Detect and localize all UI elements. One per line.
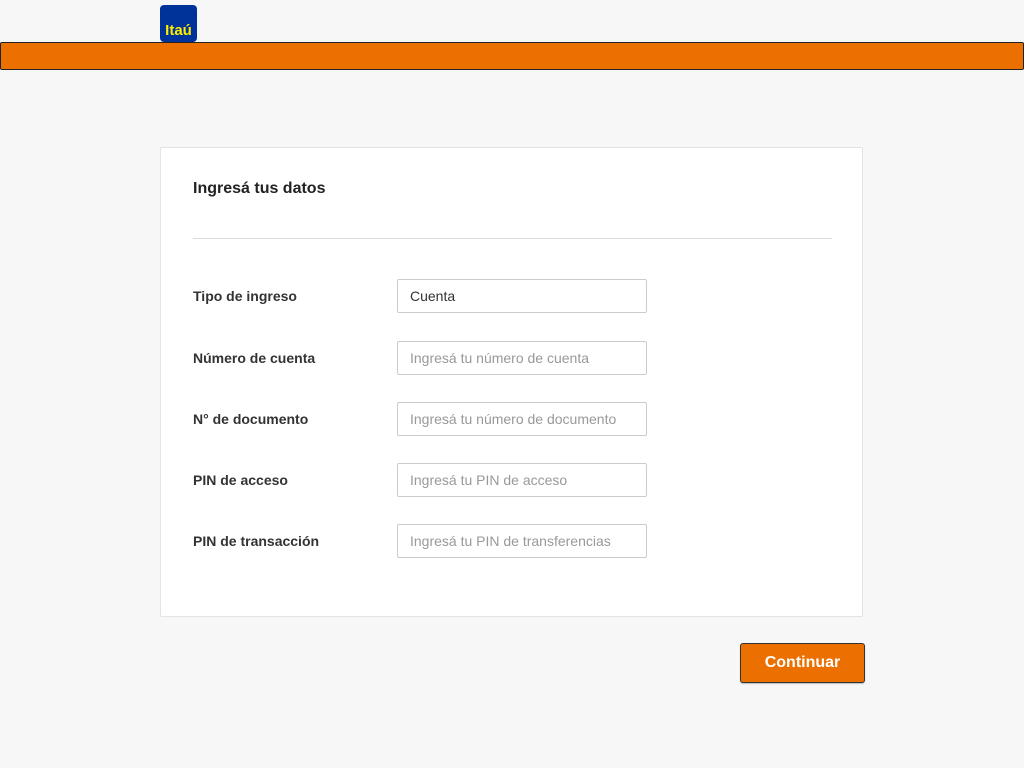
pin-de-acceso-input[interactable] [397,463,647,497]
numero-de-cuenta-input[interactable] [397,341,647,375]
logo-text: Itaú [165,22,192,39]
label-numero-de-cuenta: Número de cuenta [193,350,316,366]
row-pin-de-acceso: PIN de acceso [193,463,653,497]
row-tipo-de-ingreso: Tipo de ingreso [193,279,653,313]
continue-button[interactable]: Continuar [740,643,865,683]
label-pin-de-acceso: PIN de acceso [193,472,288,488]
orange-nav-bar [0,42,1024,70]
label-tipo-de-ingreso: Tipo de ingreso [193,288,297,304]
itau-logo-wordmark: Itaú [165,22,192,39]
itau-logo[interactable]: Itaú [160,5,197,42]
label-pin-de-transaccion: PIN de transacción [193,533,320,549]
top-header: Itaú [0,0,1024,42]
row-numero-de-documento: N° de documento [193,402,653,436]
label-numero-de-documento: N° de documento [193,411,309,427]
login-card: Ingresá tus datos Tipo de ingreso Número… [160,147,863,617]
numero-de-documento-input[interactable] [397,402,647,436]
tipo-de-ingreso-input[interactable] [397,279,647,313]
row-pin-de-transaccion: PIN de transacción [193,524,653,558]
card-divider [193,238,832,239]
card-title: Ingresá tus datos [193,180,326,197]
row-numero-de-cuenta: Número de cuenta [193,341,653,375]
pin-de-transaccion-input[interactable] [397,524,647,558]
